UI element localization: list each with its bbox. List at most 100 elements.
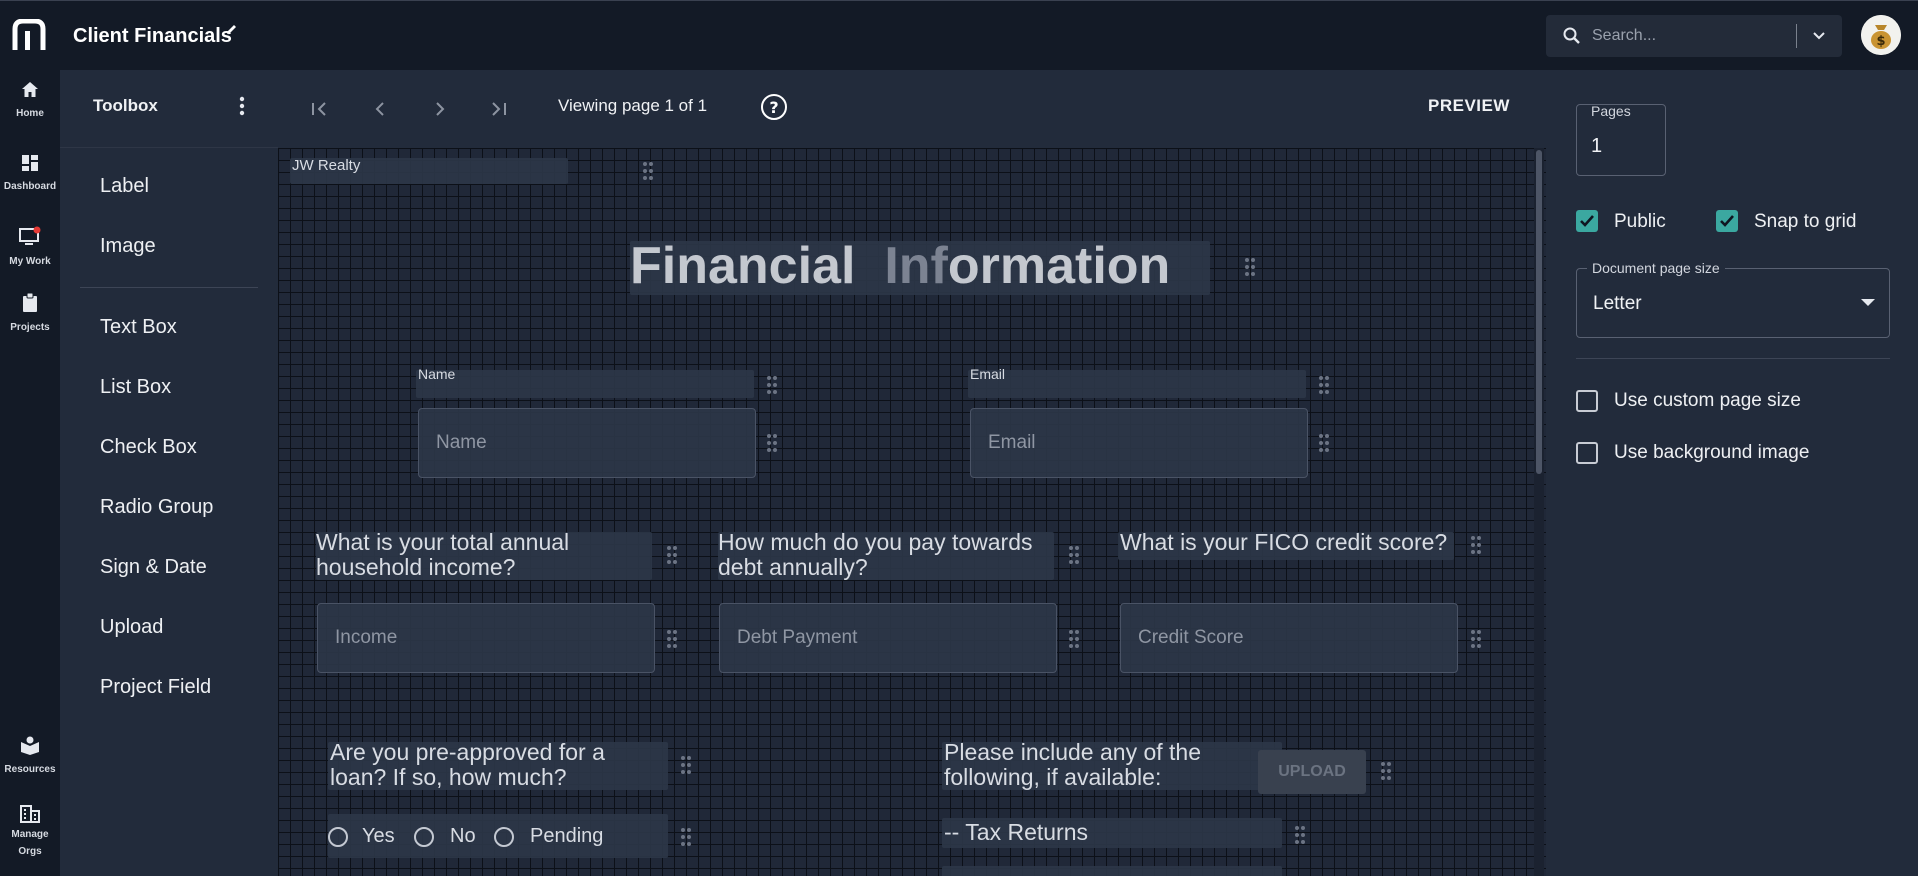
debt-question-line1: How much do you pay towards [718, 529, 1033, 555]
top-bar: Client Financials $ [0, 0, 1918, 70]
tool-check-box[interactable]: Check Box [100, 436, 197, 459]
first-page-icon[interactable] [308, 97, 332, 121]
drag-handle-icon[interactable] [1380, 760, 1392, 782]
nav-projects[interactable]: Projects [0, 292, 60, 336]
nav-home[interactable]: Home [0, 80, 60, 122]
drag-handle-icon[interactable] [1244, 256, 1256, 278]
loan-question-line1: Are you pre-approved for a [330, 739, 605, 765]
drag-handle-icon[interactable] [1068, 628, 1080, 650]
name-label: Name [418, 366, 456, 382]
drag-handle-icon[interactable] [666, 628, 678, 650]
previous-page-icon[interactable] [368, 97, 392, 121]
drag-handle-icon[interactable] [642, 160, 654, 182]
radio-no-label: No [450, 825, 476, 847]
form-title: Financial Information [630, 236, 1170, 296]
drag-handle-icon[interactable] [1318, 432, 1330, 454]
help-icon[interactable]: ? [760, 93, 788, 121]
drag-handle-icon[interactable] [1294, 824, 1306, 846]
email-label-field[interactable] [968, 370, 1306, 398]
upload-button[interactable]: UPLOAD [1258, 750, 1366, 794]
properties-panel: Pages Public Snap to grid Document page … [1546, 70, 1918, 876]
tool-upload[interactable]: Upload [100, 616, 163, 639]
custom-page-size-label: Use custom page size [1614, 390, 1801, 411]
document-title[interactable]: Client Financials [73, 25, 232, 48]
include-docs-line2: following, if available: [944, 764, 1162, 790]
custom-page-size-checkbox[interactable] [1576, 390, 1598, 412]
tool-label[interactable]: Label [100, 175, 149, 198]
drag-handle-icon[interactable] [1068, 544, 1080, 566]
debt-question: How much do you pay towards debt annuall… [718, 530, 1033, 580]
tool-text-box[interactable]: Text Box [100, 316, 177, 339]
avatar[interactable]: $ [1861, 15, 1901, 55]
drag-handle-icon[interactable] [666, 544, 678, 566]
form-title-part2: Inf [884, 237, 948, 295]
toolbox-divider [80, 287, 258, 288]
next-page-icon[interactable] [428, 97, 452, 121]
check-icon [1720, 215, 1734, 227]
radio-pending[interactable] [494, 827, 514, 847]
home-icon [22, 82, 38, 97]
name-label-field[interactable] [416, 370, 754, 398]
radio-pending-label: Pending [530, 825, 604, 847]
svg-text:$: $ [1876, 34, 1885, 49]
form-canvas[interactable]: JW Realty Financial Information Name Ema… [278, 148, 1546, 876]
nav-manage-orgs-label: Manage Orgs [0, 826, 60, 860]
drag-handle-icon[interactable] [680, 826, 692, 848]
nav-manage-orgs[interactable]: Manage Orgs [0, 804, 60, 860]
preview-button[interactable]: PREVIEW [1428, 96, 1510, 116]
more-vert-icon[interactable] [232, 94, 252, 118]
dashboard-icon [22, 155, 38, 171]
page-size-value: Letter [1593, 293, 1642, 314]
drag-handle-icon[interactable] [766, 432, 778, 454]
loan-question: Are you pre-approved for a loan? If so, … [330, 740, 605, 790]
page-size-select[interactable]: Document page size Letter [1576, 260, 1890, 338]
snap-to-grid-checkbox[interactable] [1716, 210, 1738, 232]
drag-handle-icon[interactable] [1470, 534, 1482, 556]
drag-handle-icon[interactable] [680, 754, 692, 776]
include-docs-text: Please include any of the following, if … [944, 740, 1201, 790]
income-question: What is your total annual household inco… [316, 530, 569, 580]
left-nav-rail: Home Dashboard My Work Projects Resource… [0, 70, 60, 876]
drag-handle-icon[interactable] [1318, 374, 1330, 396]
nav-home-label: Home [16, 108, 44, 119]
nav-manage-orgs-label-line2: Orgs [18, 846, 42, 857]
last-page-icon[interactable] [486, 97, 510, 121]
drag-handle-icon[interactable] [766, 374, 778, 396]
fico-question: What is your FICO credit score? [1120, 529, 1448, 555]
drag-handle-icon[interactable] [1470, 628, 1482, 650]
pages-input[interactable] [1591, 133, 1651, 159]
search-input[interactable] [1592, 25, 1792, 47]
tool-image[interactable]: Image [100, 235, 156, 258]
background-image-checkbox[interactable] [1576, 442, 1598, 464]
name-input[interactable] [418, 408, 756, 478]
tool-project-field[interactable]: Project Field [100, 676, 211, 699]
credit-score-input[interactable] [1120, 603, 1458, 673]
next-item-field[interactable] [942, 866, 1282, 876]
scrollbar-thumb[interactable] [1536, 150, 1542, 474]
radio-no[interactable] [414, 827, 434, 847]
tool-sign-date[interactable]: Sign & Date [100, 556, 207, 579]
chevron-down-icon[interactable] [1810, 27, 1828, 45]
email-input[interactable] [970, 408, 1308, 478]
nav-dashboard[interactable]: Dashboard [0, 153, 60, 195]
tool-list-box[interactable]: List Box [100, 376, 171, 399]
canvas-scrollbar[interactable] [1534, 148, 1544, 876]
toolbox-panel: Toolbox Label Image Text Box List Box Ch… [60, 70, 278, 876]
nav-my-work-label: My Work [9, 256, 51, 267]
toolbox-header: Toolbox [60, 70, 278, 148]
radio-yes[interactable] [328, 827, 348, 847]
pencil-icon[interactable] [226, 23, 238, 35]
app-logo-icon[interactable] [12, 19, 46, 51]
income-input[interactable] [317, 603, 655, 673]
include-docs-line1: Please include any of the [944, 739, 1202, 765]
toolbox-title: Toolbox [93, 96, 158, 115]
nav-my-work[interactable]: My Work [0, 226, 60, 270]
clipboard-icon [23, 292, 37, 312]
tool-radio-group[interactable]: Radio Group [100, 496, 213, 519]
money-bag-icon: $ [1861, 15, 1901, 55]
debt-payment-input[interactable] [719, 603, 1057, 673]
public-checkbox[interactable] [1576, 210, 1598, 232]
svg-text:?: ? [769, 98, 778, 117]
email-label: Email [970, 366, 1006, 382]
nav-resources[interactable]: Resources [0, 734, 60, 778]
